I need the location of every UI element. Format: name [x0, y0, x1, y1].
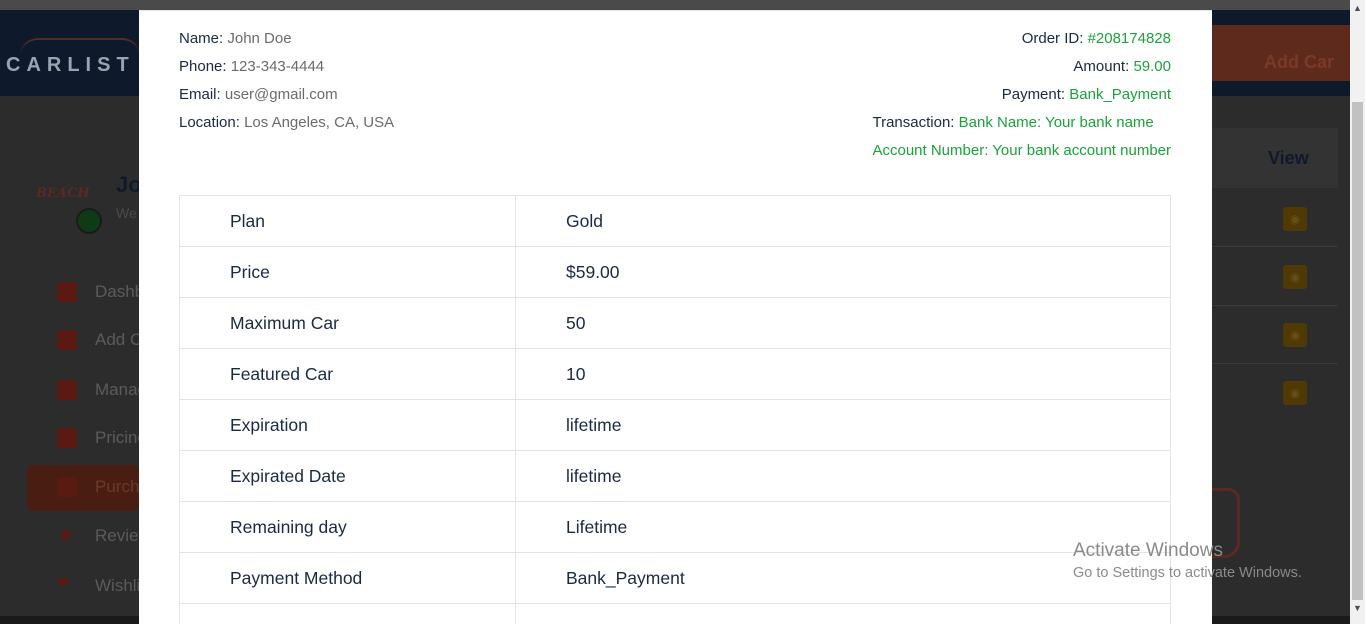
heart-icon: ♥ — [57, 572, 69, 594]
customer-phone: 123-343-4444 — [230, 58, 325, 75]
customer-location-line: Location: Los Angeles, CA, USA — [179, 112, 394, 140]
payment-label: Payment: — [1001, 86, 1066, 103]
table-row: Featured Car 10 — [179, 348, 1171, 400]
sidebar-item-add-car[interactable]: Add Car — [27, 320, 139, 362]
table-row: Remaining day Lifetime — [179, 501, 1171, 553]
sidebar-item-reviews[interactable]: ★ Reviews — [27, 516, 139, 558]
amount-value: 59.00 — [1133, 58, 1171, 75]
view-eye-icon[interactable]: ◉ — [1283, 381, 1307, 405]
payment-line: Payment: Bank_Payment — [872, 84, 1171, 112]
payment-value: Bank_Payment — [1069, 86, 1171, 103]
list-icon — [57, 380, 77, 400]
row-value — [515, 603, 1171, 624]
amount-label: Amount: — [1073, 58, 1130, 75]
table-row: Payment Method Bank_Payment — [179, 552, 1171, 604]
row-key: Price — [179, 246, 516, 298]
row-value: 10 — [515, 348, 1171, 400]
dealer-logo: BEACH — [36, 186, 90, 201]
watermark-title: Activate Windows — [1073, 540, 1223, 561]
table-icon — [57, 428, 77, 448]
browser-top-strip — [0, 0, 1365, 10]
sidebar-item-wishlist[interactable]: ♥ Wishlist — [27, 566, 139, 608]
row-divider — [1212, 363, 1338, 364]
customer-email: user@gmail.com — [224, 86, 338, 103]
customer-info: Name: John Doe Phone: 123-343-4444 Email… — [179, 28, 394, 140]
order-id-label: Order ID: — [1021, 30, 1084, 47]
row-key: Payment Method — [179, 552, 516, 604]
email-label: Email: — [179, 86, 221, 103]
customer-name: John Doe — [227, 30, 292, 47]
order-info: Order ID: #208174828 Amount: 59.00 Payme… — [872, 28, 1171, 168]
customer-name-line: Name: John Doe — [179, 28, 394, 56]
row-key: Maximum Car — [179, 297, 516, 349]
table-row: Expiration lifetime — [179, 399, 1171, 451]
transaction-account-number: Account Number: Your bank account number — [872, 142, 1171, 159]
row-key: Plan — [179, 195, 516, 247]
row-value: lifetime — [515, 450, 1171, 502]
car-icon — [57, 330, 77, 350]
row-key: Featured Car — [179, 348, 516, 400]
scrollbar-thumb[interactable] — [1352, 102, 1363, 600]
amount-line: Amount: 59.00 — [872, 56, 1171, 84]
transaction-account-line: Account Number: Your bank account number — [872, 140, 1171, 168]
name-label: Name: — [179, 30, 224, 47]
row-divider — [1212, 246, 1338, 247]
receipt-icon — [57, 477, 77, 497]
sidebar-item-manage-car[interactable]: Manage Car — [27, 370, 139, 412]
scroll-down-icon[interactable]: ▼ — [1350, 600, 1365, 616]
site-logo[interactable]: CARLIST — [6, 54, 135, 77]
row-key: Expirated Date — [179, 450, 516, 502]
customer-email-line: Email: user@gmail.com — [179, 84, 394, 112]
transaction-line: Transaction: Bank Name: Your bank name — [872, 112, 1171, 140]
location-label: Location: — [179, 114, 240, 131]
watermark-subtitle: Go to Settings to activate Windows. — [1073, 565, 1302, 581]
row-key: Remaining day — [179, 501, 516, 553]
phone-label: Phone: — [179, 58, 227, 75]
online-status-icon — [76, 208, 102, 234]
plan-details-table: Plan Gold Price $59.00 Maximum Car 50 Fe… — [179, 195, 1171, 624]
transaction-bank-name: Bank Name: Your bank name — [958, 114, 1154, 131]
user-name: Jo — [116, 172, 142, 197]
sidebar-item-purchase-history[interactable]: Purchase History — [27, 465, 139, 511]
table-row: Plan Gold — [179, 195, 1171, 247]
sidebar-item-label: Dashboard — [95, 282, 139, 301]
star-icon: ★ — [57, 524, 75, 546]
row-divider — [1212, 305, 1338, 306]
sidebar-item-label: Pricing Plan — [95, 428, 139, 447]
row-key: Expiration — [179, 399, 516, 451]
scroll-up-icon[interactable]: ▲ — [1350, 0, 1365, 16]
table-row: Price $59.00 — [179, 246, 1171, 298]
view-eye-icon[interactable]: ◉ — [1283, 265, 1307, 289]
view-eye-icon[interactable]: ◉ — [1283, 323, 1307, 347]
sidebar-item-label: Wishlist — [95, 576, 139, 595]
row-value: $59.00 — [515, 246, 1171, 298]
home-icon — [57, 282, 77, 302]
sidebar-item-label: Reviews — [95, 526, 139, 545]
sidebar-item-label: Add Car — [95, 330, 139, 349]
activate-windows-watermark: Activate Windows Go to Settings to activ… — [1073, 540, 1302, 581]
sidebar-item-label: Purchase History — [95, 477, 139, 496]
sidebar-item-dashboard[interactable]: Dashboard — [27, 272, 139, 314]
table-row — [179, 603, 1171, 624]
order-details-modal: Name: John Doe Phone: 123-343-4444 Email… — [139, 10, 1212, 624]
table-row: Expirated Date lifetime — [179, 450, 1171, 502]
customer-phone-line: Phone: 123-343-4444 — [179, 56, 394, 84]
order-id: #208174828 — [1087, 30, 1171, 47]
welcome-text: We — [116, 205, 137, 221]
customer-location: Los Angeles, CA, USA — [244, 114, 395, 131]
modal-divider — [139, 10, 1212, 11]
view-column-header: View — [1268, 148, 1309, 168]
transaction-label: Transaction: — [872, 114, 955, 131]
row-value: 50 — [515, 297, 1171, 349]
add-car-button[interactable]: Add Car — [1212, 25, 1350, 81]
view-eye-icon[interactable]: ◉ — [1283, 207, 1307, 231]
row-value: lifetime — [515, 399, 1171, 451]
row-key — [179, 603, 516, 624]
sidebar-item-label: Manage Car — [95, 380, 139, 399]
sidebar-item-pricing[interactable]: Pricing Plan — [27, 418, 139, 460]
order-id-line: Order ID: #208174828 — [872, 28, 1171, 56]
table-row: Maximum Car 50 — [179, 297, 1171, 349]
row-value: Gold — [515, 195, 1171, 247]
